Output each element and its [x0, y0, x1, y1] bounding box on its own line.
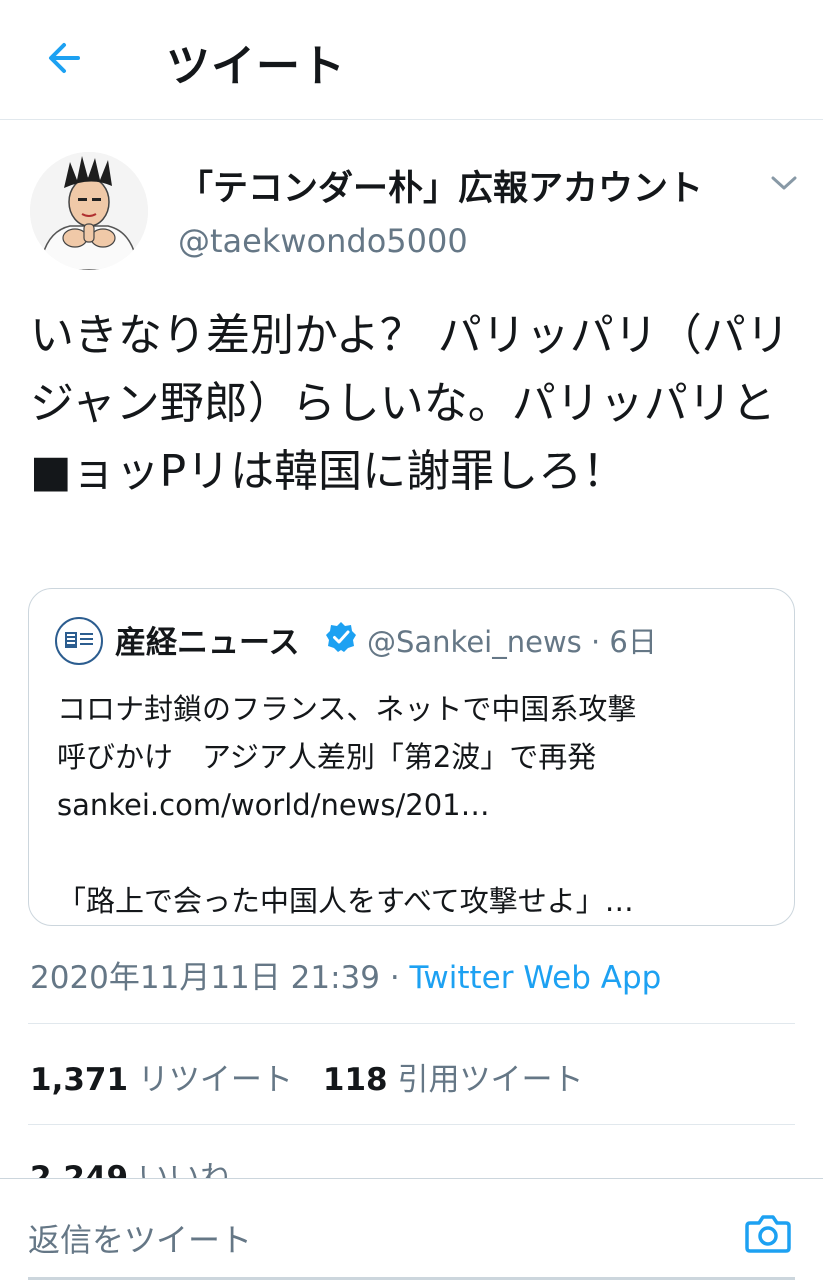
reply-input[interactable]: 返信をツイート	[28, 1215, 252, 1261]
quoted-text-line: 「路上で会った中国人をすべて攻撃せよ」…	[57, 884, 634, 918]
quoted-tweet-card[interactable]: 産経ニュース @Sankei_news · 6日 コロナ封鎖のフランス、ネットで…	[28, 588, 795, 926]
quoted-avatar	[55, 617, 103, 665]
divider	[28, 1124, 795, 1125]
retweets-stat[interactable]: 1,371 リツイート	[30, 1062, 293, 1098]
avatar[interactable]	[30, 152, 148, 270]
more-options-button[interactable]	[764, 166, 804, 200]
engagement-stats: 1,371 リツイート 118 引用ツイート	[30, 1054, 584, 1099]
timestamp[interactable]: 2020年11月11日 21:39	[30, 960, 380, 996]
verified-badge-icon	[326, 622, 356, 652]
tweet-text: いきなり差別かよ？ パリッパリ（パリジャン野郎）らしいな。パリッパリと■ョッPリ…	[30, 310, 790, 497]
quoted-handle-time: @Sankei_news · 6日	[367, 625, 657, 659]
quoted-text-line: コロナ封鎖のフランス、ネットで中国系攻撃	[57, 692, 637, 726]
camera-icon	[745, 1215, 791, 1253]
quoted-link[interactable]: sankei.com/world/news/201…	[57, 781, 787, 829]
meta-separator: ·	[379, 960, 410, 996]
top-bar: ツイート	[0, 0, 823, 120]
reply-bar: 返信をツイート	[0, 1178, 823, 1280]
divider	[28, 1023, 795, 1024]
camera-button[interactable]	[742, 1209, 794, 1257]
quotes-stat[interactable]: 118 引用ツイート	[323, 1062, 584, 1098]
source-link[interactable]: Twitter Web App	[410, 960, 662, 996]
quotes-count: 118	[322, 1062, 388, 1098]
author-handle[interactable]: @taekwondo5000	[178, 222, 468, 260]
retweets-count: 1,371	[30, 1062, 129, 1098]
avatar-illustration	[30, 152, 148, 270]
back-button[interactable]	[40, 34, 88, 82]
quoted-text-line: 呼びかけ アジア人差別「第2波」で再発	[57, 740, 597, 774]
author-name[interactable]: 「テコンダー朴」広報アカウント	[178, 160, 703, 211]
quoted-tweet-text: コロナ封鎖のフランス、ネットで中国系攻撃 呼びかけ アジア人差別「第2波」で再発…	[57, 685, 787, 925]
arrow-left-icon	[49, 43, 80, 73]
quoted-text-blank-line	[57, 829, 787, 877]
chevron-down-icon	[771, 176, 797, 190]
retweets-label: リツイート	[137, 1062, 293, 1098]
quoted-author-name: 産経ニュース	[115, 625, 300, 661]
quotes-label: 引用ツイート	[397, 1062, 584, 1098]
sankei-logo-icon	[65, 632, 93, 648]
tweet-meta: 2020年11月11日 21:39 · Twitter Web App	[30, 952, 661, 997]
page-title: ツイート	[166, 41, 346, 92]
